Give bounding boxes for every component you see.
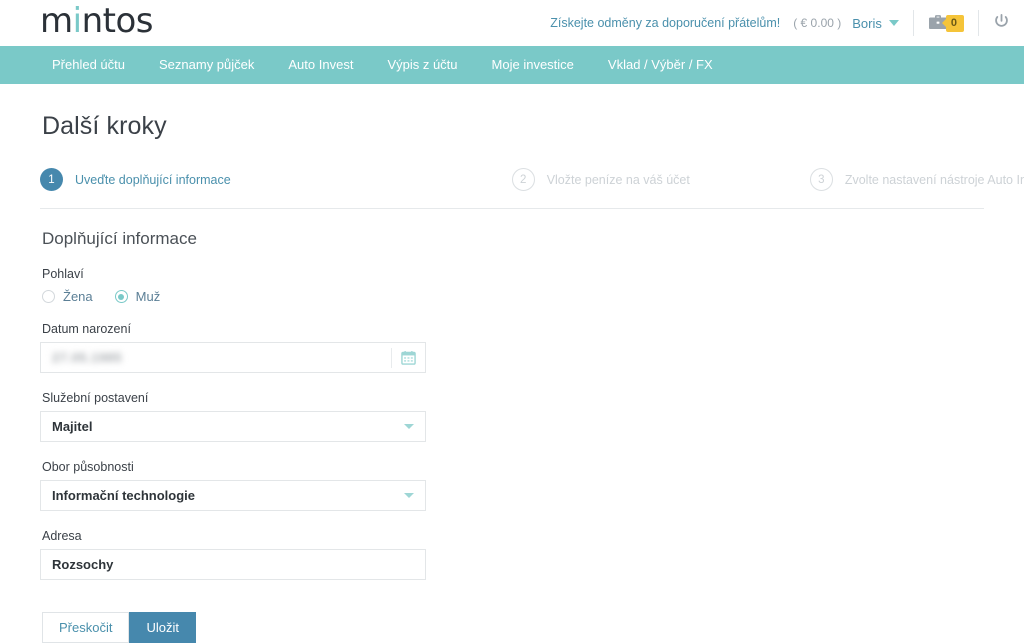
field-address: Adresa Rozsochy: [40, 529, 984, 580]
gender-label: Pohlaví: [42, 267, 84, 281]
step-2-number: 2: [511, 168, 535, 191]
step-3-number: 3: [809, 168, 833, 191]
logo-text-pre: m: [40, 1, 73, 41]
step-2[interactable]: 2 Vložte peníze na váš účet: [511, 168, 690, 191]
header-divider-1: [912, 10, 914, 36]
top-header: mintos Získejte odměny za doporučení přá…: [0, 0, 1024, 46]
job-position-label: Služební postavení: [42, 391, 149, 405]
gender-option-muz-label: Muž: [135, 289, 161, 304]
gender-option-zena-label: Žena: [63, 289, 93, 304]
field-birth-date: Datum narození 27.05.1985: [40, 322, 984, 373]
step-indicator: 1 Uveďte doplňující informace 2 Vložte p…: [40, 168, 1024, 209]
radio-icon-muz: [114, 290, 128, 303]
birth-date-label: Datum narození: [42, 322, 131, 336]
step-3-label: Zvolte nastavení nástroje Auto Invest: [844, 172, 1024, 187]
radio-icon-zena: [42, 290, 55, 303]
nav-item-auto-invest[interactable]: Auto Invest: [271, 46, 370, 84]
main-navigation: Přehled účtu Seznamy půjček Auto Invest …: [0, 46, 1024, 84]
power-icon: [993, 13, 1010, 33]
step-1-number: 1: [40, 168, 63, 191]
job-position-select[interactable]: Majitel: [40, 411, 426, 442]
address-label: Adresa: [42, 529, 82, 543]
nav-item-moje-investice[interactable]: Moje investice: [475, 46, 591, 84]
step-2-label: Vložte peníze na váš účet: [546, 172, 690, 187]
chevron-down-icon: [404, 424, 414, 429]
page-title: Další kroky: [42, 112, 167, 140]
user-menu[interactable]: Boris: [852, 16, 899, 31]
birth-date-value: 27.05.1985: [52, 350, 123, 365]
field-job-position: Služební postavení Majitel: [40, 391, 984, 442]
save-button[interactable]: Uložit: [129, 612, 196, 643]
page-content: Další kroky 1 Uveďte doplňující informac…: [0, 112, 1024, 643]
field-gender: Pohlaví Žena Muž: [40, 267, 984, 304]
account-balance: ( € 0.00 ): [793, 16, 842, 30]
birth-date-input[interactable]: 27.05.1985: [40, 342, 426, 373]
mintos-logo[interactable]: mintos: [40, 4, 153, 38]
address-input[interactable]: Rozsochy: [40, 549, 426, 580]
user-name-label: Boris: [852, 15, 882, 31]
form-section-title: Doplňující informace: [42, 229, 197, 248]
industry-value: Informační technologie: [52, 488, 196, 503]
calendar-icon[interactable]: [392, 350, 425, 365]
step-1[interactable]: 1 Uveďte doplňující informace: [40, 168, 231, 191]
field-industry: Obor působnosti Informační technologie: [40, 460, 984, 511]
portfolio-button[interactable]: 0: [928, 13, 964, 33]
header-divider-2: [978, 10, 979, 36]
nav-item-seznamy-pujcek[interactable]: Seznamy půjček: [142, 46, 271, 84]
gender-option-muz[interactable]: Muž: [114, 289, 161, 304]
skip-button[interactable]: Přeskočit: [42, 612, 130, 643]
nav-item-prehled-uctu[interactable]: Přehled účtu: [40, 46, 142, 84]
chevron-down-icon: [888, 20, 899, 26]
gender-radio-group: Žena Muž: [42, 289, 984, 304]
logo-text-accent: i: [72, 1, 82, 41]
gender-option-zena[interactable]: Žena: [42, 289, 93, 304]
industry-label: Obor působnosti: [42, 460, 134, 474]
step-1-label: Uveďte doplňující informace: [75, 172, 231, 187]
refer-friends-link[interactable]: Získejte odměny za doporučení přátelům!: [550, 16, 780, 30]
nav-item-vypis-z-uctu[interactable]: Výpis z účtu: [370, 46, 474, 84]
portfolio-count-badge: 0: [945, 14, 964, 32]
job-position-value: Majitel: [52, 419, 93, 434]
form-actions: Přeskočit Uložit: [42, 612, 984, 643]
address-value: Rozsochy: [52, 557, 114, 572]
industry-select[interactable]: Informační technologie: [40, 480, 426, 511]
chevron-down-icon: [404, 493, 414, 498]
nav-item-vklad-vyber-fx[interactable]: Vklad / Výběr / FX: [591, 46, 730, 84]
step-3[interactable]: 3 Zvolte nastavení nástroje Auto Invest: [809, 168, 1024, 191]
header-right-cluster: Získejte odměny za doporučení přátelům! …: [550, 0, 1010, 46]
logo-text-post: ntos: [81, 1, 154, 41]
logout-button[interactable]: [993, 13, 1010, 33]
